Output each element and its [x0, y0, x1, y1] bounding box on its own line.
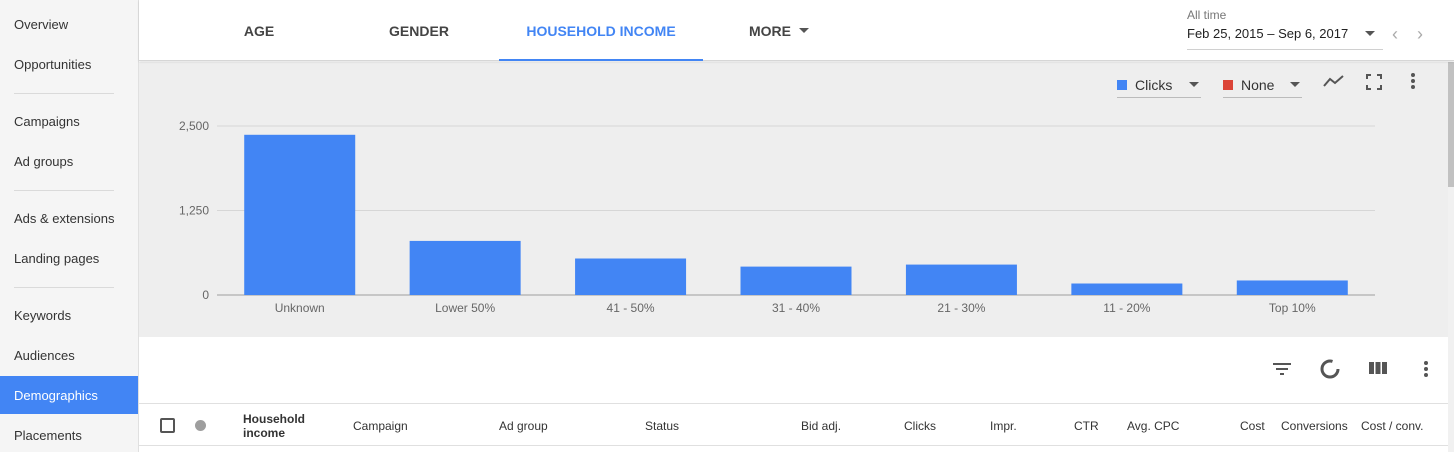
y-tick-label: 1,250 [179, 204, 209, 218]
chart-panel: Clicks None 0 1,250 2,500 Unknown Lower 50% 4… [139, 62, 1448, 337]
bar-11-20- [1071, 283, 1183, 295]
sidebar-item-overview[interactable]: Overview [0, 5, 138, 43]
column-header-cost[interactable]: Cost [1240, 404, 1265, 447]
sidebar-item-landing-pages[interactable]: Landing pages [0, 239, 138, 277]
table-toolbar [139, 337, 1448, 403]
bar-31-40- [740, 266, 852, 295]
sidebar: Overview Opportunities Campaigns Ad grou… [0, 0, 139, 452]
tab-more[interactable]: More [729, 0, 829, 61]
column-header-avg-cpc[interactable]: Avg. CPC [1127, 404, 1179, 447]
x-tick-label: 31 - 40% [772, 301, 820, 315]
sidebar-item-demographics[interactable]: Demographics [0, 376, 138, 414]
x-tick-label: 21 - 30% [937, 301, 985, 315]
x-tick-label: 11 - 20% [1103, 301, 1150, 315]
demographics-tabs-bar: Age Gender Household income More All tim… [139, 0, 1454, 61]
column-header-status[interactable]: Status [645, 404, 679, 447]
sidebar-item-opportunities[interactable]: Opportunities [0, 45, 138, 83]
segment-icon[interactable] [1319, 358, 1341, 380]
bar-lower-50- [409, 240, 521, 295]
column-header-impr[interactable]: Impr. [990, 404, 1017, 447]
tab-household-income[interactable]: Household income [499, 0, 703, 61]
column-header-clicks[interactable]: Clicks [904, 404, 936, 447]
chevron-down-icon [799, 28, 809, 33]
tab-age[interactable]: Age [201, 0, 317, 61]
next-period-icon[interactable]: › [1417, 24, 1423, 44]
x-tick-label: 41 - 50% [607, 301, 655, 315]
bar-unknown [244, 134, 356, 295]
sidebar-item-keywords[interactable]: Keywords [0, 296, 138, 334]
column-header-ctr[interactable]: CTR [1074, 404, 1099, 447]
household-income-bar-chart: 0 1,250 2,500 Unknown Lower 50% 41 - 50% 31 - … [179, 119, 1375, 315]
chevron-down-icon [1365, 31, 1375, 36]
x-tick-label: Lower 50% [435, 301, 495, 315]
tab-gender[interactable]: Gender [361, 0, 477, 61]
x-tick-label: Unknown [275, 301, 325, 315]
table-header-row: Household income Campaign Ad group Statu… [139, 403, 1448, 446]
y-tick-label: 2,500 [179, 119, 209, 133]
sidebar-divider [14, 287, 114, 288]
column-header-cost-per-conv[interactable]: Cost / conv. [1361, 404, 1423, 447]
bar-41-50- [575, 258, 687, 295]
scrollbar-thumb[interactable] [1448, 62, 1454, 187]
column-header-conversions[interactable]: Conversions [1281, 404, 1348, 447]
sidebar-item-audiences[interactable]: Audiences [0, 336, 138, 374]
tab-age-label: Age [243, 22, 275, 39]
scrollbar[interactable] [1448, 62, 1454, 452]
sidebar-item-campaigns[interactable]: Campaigns [0, 102, 138, 140]
y-tick-label: 0 [202, 288, 209, 302]
sidebar-divider [14, 190, 114, 191]
date-caption: All time [1187, 8, 1227, 22]
status-dot-icon [195, 420, 206, 431]
date-range-select[interactable]: Feb 25, 2015 – Sep 6, 2017 [1187, 26, 1383, 50]
column-header-ad-group[interactable]: Ad group [499, 404, 548, 447]
filter-icon[interactable] [1272, 362, 1292, 376]
previous-period-icon[interactable]: ‹ [1392, 24, 1398, 44]
column-header-campaign[interactable]: Campaign [353, 404, 408, 447]
column-header-household-income[interactable]: Household income [243, 404, 323, 447]
bar-top-10- [1236, 280, 1348, 295]
date-range-value: Feb 25, 2015 – Sep 6, 2017 [1187, 26, 1349, 41]
bar-21-30- [905, 264, 1017, 295]
sidebar-item-placements[interactable]: Placements [0, 416, 138, 452]
column-header-bid-adj[interactable]: Bid adj. [801, 404, 841, 447]
date-range-picker: All time Feb 25, 2015 – Sep 6, 2017 [1187, 8, 1383, 50]
tab-gender-label: Gender [389, 22, 449, 39]
tab-more-label: More [749, 22, 791, 39]
tab-household-income-label: Household income [526, 22, 676, 39]
sidebar-divider [14, 93, 114, 94]
sidebar-item-ad-groups[interactable]: Ad groups [0, 142, 138, 180]
columns-icon[interactable] [1368, 361, 1388, 375]
sidebar-item-ads-extensions[interactable]: Ads & extensions [0, 199, 138, 237]
select-all-checkbox[interactable] [160, 418, 175, 433]
x-tick-label: Top 10% [1269, 301, 1316, 315]
more-vert-icon[interactable] [1423, 360, 1429, 378]
